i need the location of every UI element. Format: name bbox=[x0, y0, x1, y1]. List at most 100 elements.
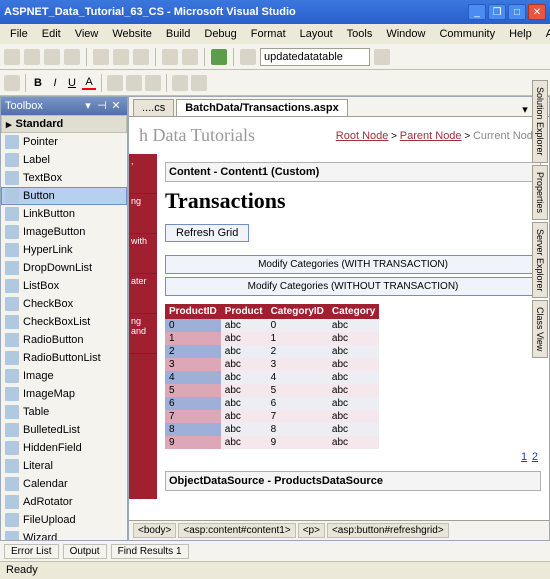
toolbox-item-literal[interactable]: Literal bbox=[1, 457, 127, 475]
menu-window[interactable]: Window bbox=[380, 26, 431, 42]
toolbox-item-hyperlink[interactable]: HyperLink bbox=[1, 241, 127, 259]
tagpath-item[interactable]: <p> bbox=[298, 523, 325, 538]
color-a-icon[interactable]: A bbox=[82, 76, 96, 90]
redo-icon[interactable] bbox=[182, 49, 198, 65]
grid-header[interactable]: CategoryID bbox=[267, 304, 328, 319]
toolbox-item-hiddenfield[interactable]: HiddenField bbox=[1, 439, 127, 457]
toolbox-item-button[interactable]: Button bbox=[1, 187, 127, 205]
menu-format[interactable]: Format bbox=[245, 26, 292, 42]
menu-build[interactable]: Build bbox=[160, 26, 196, 42]
toolbox-item-radiobuttonlist[interactable]: RadioButtonList bbox=[1, 349, 127, 367]
toolbox-item-adrotator[interactable]: AdRotator bbox=[1, 493, 127, 511]
sidebar-item[interactable]: , bbox=[129, 154, 157, 194]
tagpath-item[interactable]: <asp:content#content1> bbox=[178, 523, 295, 538]
table-row[interactable]: 2abc2abc bbox=[165, 345, 379, 358]
find-input[interactable] bbox=[260, 48, 370, 66]
toolbox-close-icon[interactable]: ✕ bbox=[109, 99, 123, 113]
bottom-tab-output[interactable]: Output bbox=[63, 544, 107, 559]
toolbox-item-wizard[interactable]: Wizard bbox=[1, 529, 127, 540]
table-row[interactable]: 6abc6abc bbox=[165, 397, 379, 410]
cut-icon[interactable] bbox=[93, 49, 109, 65]
sidebar-item[interactable]: ng and bbox=[129, 314, 157, 354]
sidebar-item[interactable]: ater bbox=[129, 274, 157, 314]
breadcrumb-root[interactable]: Root Node bbox=[336, 130, 389, 142]
tagpath-item[interactable]: <asp:button#refreshgrid> bbox=[327, 523, 449, 538]
menu-debug[interactable]: Debug bbox=[198, 26, 242, 42]
menu-community[interactable]: Community bbox=[433, 26, 501, 42]
design-surface[interactable]: h Data Tutorials Root Node > Parent Node… bbox=[129, 117, 549, 520]
pager-1[interactable]: 1 bbox=[521, 451, 527, 463]
breadcrumb-parent[interactable]: Parent Node bbox=[400, 130, 462, 142]
table-row[interactable]: 7abc7abc bbox=[165, 410, 379, 423]
tab-inactive[interactable]: ....cs bbox=[133, 99, 174, 116]
toolbox-item-image[interactable]: Image bbox=[1, 367, 127, 385]
toolbox-item-imagemap[interactable]: ImageMap bbox=[1, 385, 127, 403]
refresh-grid-button[interactable]: Refresh Grid bbox=[165, 224, 249, 242]
sidebar-item[interactable]: with bbox=[129, 234, 157, 274]
style-icon[interactable] bbox=[4, 75, 20, 91]
side-tab-properties[interactable]: Properties bbox=[532, 165, 548, 220]
bottom-tab-error-list[interactable]: Error List bbox=[4, 544, 59, 559]
bold-icon[interactable]: B bbox=[31, 77, 45, 89]
toolbox-item-checkbox[interactable]: CheckBox bbox=[1, 295, 127, 313]
toolbox-item-listbox[interactable]: ListBox bbox=[1, 277, 127, 295]
align-center-icon[interactable] bbox=[126, 75, 142, 91]
paste-icon[interactable] bbox=[133, 49, 149, 65]
pager-2[interactable]: 2 bbox=[532, 451, 538, 463]
dropdown-icon[interactable] bbox=[374, 49, 390, 65]
tab-dropdown-icon[interactable]: ▾ bbox=[522, 103, 528, 116]
run-icon[interactable] bbox=[211, 49, 227, 65]
toolbox-item-textbox[interactable]: TextBox bbox=[1, 169, 127, 187]
list-ol-icon[interactable] bbox=[191, 75, 207, 91]
menu-view[interactable]: View bbox=[69, 26, 105, 42]
side-tab-class-view[interactable]: Class View bbox=[532, 300, 548, 358]
align-right-icon[interactable] bbox=[145, 75, 161, 91]
align-left-icon[interactable] bbox=[107, 75, 123, 91]
list-ul-icon[interactable] bbox=[172, 75, 188, 91]
menu-addins[interactable]: AddIns bbox=[540, 26, 550, 42]
toolbox-item-dropdownlist[interactable]: DropDownList bbox=[1, 259, 127, 277]
saveall-icon[interactable] bbox=[64, 49, 80, 65]
toolbox-item-pointer[interactable]: Pointer bbox=[1, 133, 127, 151]
menu-edit[interactable]: Edit bbox=[36, 26, 67, 42]
toolbox-item-imagebutton[interactable]: ImageButton bbox=[1, 223, 127, 241]
side-tab-solution-explorer[interactable]: Solution Explorer bbox=[532, 80, 548, 163]
save-icon[interactable] bbox=[44, 49, 60, 65]
toolbox-item-fileupload[interactable]: FileUpload bbox=[1, 511, 127, 529]
open-icon[interactable] bbox=[24, 49, 40, 65]
minimize-button[interactable]: _ bbox=[468, 4, 486, 20]
modify-without-transaction-button[interactable]: Modify Categories (WITHOUT TRANSACTION) bbox=[165, 277, 541, 296]
new-icon[interactable] bbox=[4, 49, 20, 65]
menu-layout[interactable]: Layout bbox=[294, 26, 339, 42]
maximize-button[interactable]: □ bbox=[508, 4, 526, 20]
restore-button[interactable]: ❐ bbox=[488, 4, 506, 20]
copy-icon[interactable] bbox=[113, 49, 129, 65]
side-tab-server-explorer[interactable]: Server Explorer bbox=[532, 222, 548, 299]
toolbox-item-checkboxlist[interactable]: CheckBoxList bbox=[1, 313, 127, 331]
table-row[interactable]: 9abc9abc bbox=[165, 436, 379, 449]
toolbox-item-radiobutton[interactable]: RadioButton bbox=[1, 331, 127, 349]
toolbox-dropdown-icon[interactable]: ▾ bbox=[81, 99, 95, 113]
close-button[interactable]: ✕ bbox=[528, 4, 546, 20]
toolbox-item-bulletedlist[interactable]: BulletedList bbox=[1, 421, 127, 439]
menu-website[interactable]: Website bbox=[106, 26, 158, 42]
tagpath-item[interactable]: <body> bbox=[133, 523, 176, 538]
table-row[interactable]: 5abc5abc bbox=[165, 384, 379, 397]
toolbox-item-calendar[interactable]: Calendar bbox=[1, 475, 127, 493]
table-row[interactable]: 0abc0abc bbox=[165, 319, 379, 332]
undo-icon[interactable] bbox=[162, 49, 178, 65]
toolbox-item-table[interactable]: Table bbox=[1, 403, 127, 421]
modify-with-transaction-button[interactable]: Modify Categories (WITH TRANSACTION) bbox=[165, 255, 541, 274]
menu-tools[interactable]: Tools bbox=[341, 26, 379, 42]
toolbox-item-linkbutton[interactable]: LinkButton bbox=[1, 205, 127, 223]
menu-help[interactable]: Help bbox=[503, 26, 538, 42]
grid-header[interactable]: Category bbox=[328, 304, 379, 319]
bottom-tab-find-results-1[interactable]: Find Results 1 bbox=[111, 544, 189, 559]
grid-header[interactable]: ProductID bbox=[165, 304, 221, 319]
table-row[interactable]: 4abc4abc bbox=[165, 371, 379, 384]
toolbox-category[interactable]: ▸Standard bbox=[1, 115, 127, 133]
underline-icon[interactable]: U bbox=[65, 77, 79, 89]
table-row[interactable]: 3abc3abc bbox=[165, 358, 379, 371]
toolbox-item-label[interactable]: Label bbox=[1, 151, 127, 169]
menu-file[interactable]: File bbox=[4, 26, 34, 42]
